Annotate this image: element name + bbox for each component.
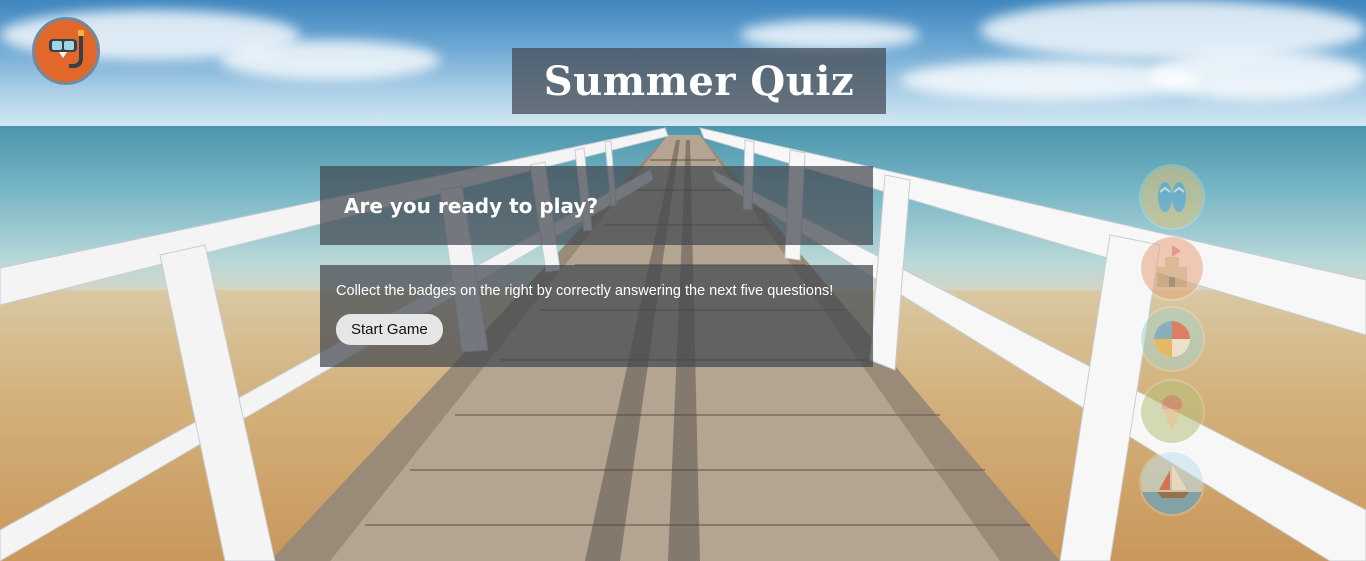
- badge-flip-flops: [1139, 164, 1205, 230]
- sailboat-icon: [1141, 452, 1203, 514]
- title-banner: Summer Quiz: [512, 48, 886, 114]
- intro-text: Collect the badges on the right by corre…: [336, 283, 834, 299]
- badge-beach-ball: [1139, 306, 1205, 372]
- sandcastle-icon: [1141, 237, 1203, 299]
- flip-flops-icon: [1141, 166, 1203, 228]
- badge-sandcastle: [1139, 235, 1205, 301]
- badge-ice-cream: [1139, 379, 1205, 445]
- intro-panel: Collect the badges on the right by corre…: [320, 265, 873, 367]
- question-panel: Are you ready to play?: [320, 166, 873, 245]
- start-game-button[interactable]: Start Game: [336, 314, 443, 345]
- badge-sailboat: [1139, 450, 1205, 516]
- question-text: Are you ready to play?: [344, 193, 599, 218]
- ice-cream-icon: [1141, 381, 1203, 443]
- beach-ball-icon: [1141, 308, 1203, 370]
- snorkel-mask-icon: [49, 30, 84, 68]
- page-title: Summer Quiz: [543, 57, 855, 105]
- logo[interactable]: [32, 17, 100, 85]
